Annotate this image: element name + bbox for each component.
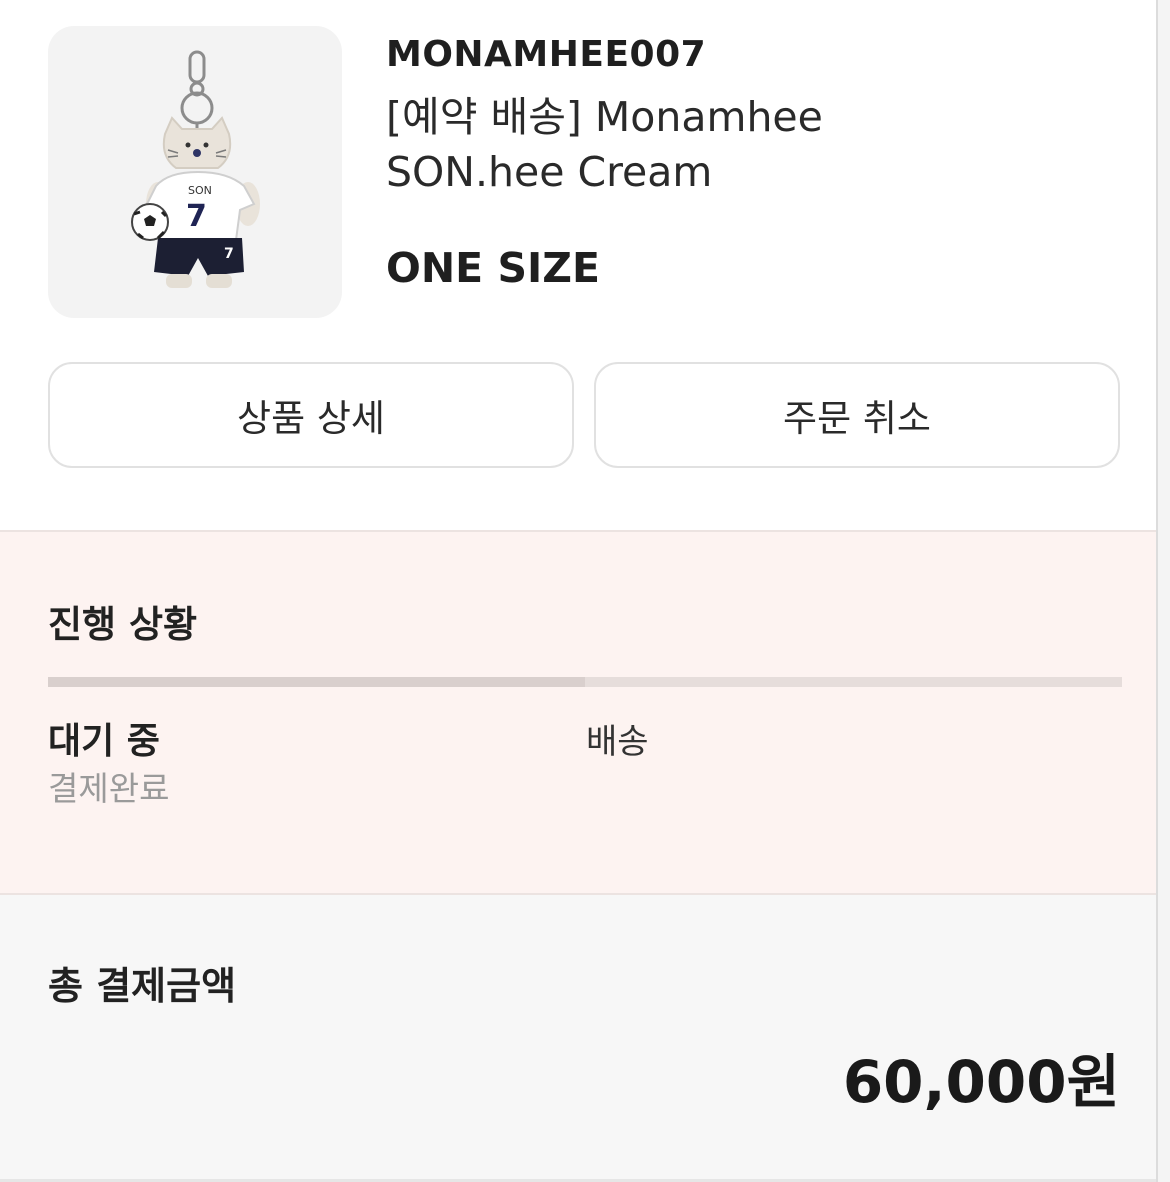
total-payment-title: 총 결제금액 bbox=[48, 964, 237, 1008]
next-step-label: 배송 bbox=[586, 722, 649, 762]
payment-section: 총 결제금액 60,000원 bbox=[0, 895, 1156, 1182]
product-section: SON 7 7 MONAMHEE007 [예약 배송] Monamhee SON… bbox=[0, 0, 1156, 530]
product-size: ONE SIZE bbox=[386, 244, 600, 292]
jersey-number: 7 bbox=[186, 199, 207, 234]
cancel-order-button[interactable]: 주문 취소 bbox=[594, 362, 1120, 468]
jersey-text: SON bbox=[188, 184, 212, 197]
product-thumbnail[interactable]: SON 7 7 bbox=[48, 26, 342, 318]
total-payment-amount: 60,000원 bbox=[842, 1048, 1120, 1116]
status-progress-fill bbox=[48, 677, 585, 687]
product-name[interactable]: [예약 배송] Monamhee SON.hee Cream bbox=[386, 90, 946, 200]
current-step-label: 대기 중 bbox=[48, 721, 160, 762]
shorts-number: 7 bbox=[224, 246, 234, 262]
product-detail-button[interactable]: 상품 상세 bbox=[48, 362, 574, 468]
brand-name[interactable]: MONAMHEE007 bbox=[386, 34, 706, 75]
scrollbar-track[interactable] bbox=[1156, 0, 1170, 1182]
current-step-sublabel: 결제완료 bbox=[48, 769, 170, 808]
keyring-plush-image: SON 7 7 bbox=[131, 50, 260, 288]
order-status-section: 진행 상황 대기 중 결제완료 배송 bbox=[0, 530, 1156, 895]
status-title: 진행 상황 bbox=[48, 603, 198, 646]
soccer-ball-icon bbox=[131, 203, 169, 241]
status-progress-bar bbox=[48, 677, 1122, 687]
